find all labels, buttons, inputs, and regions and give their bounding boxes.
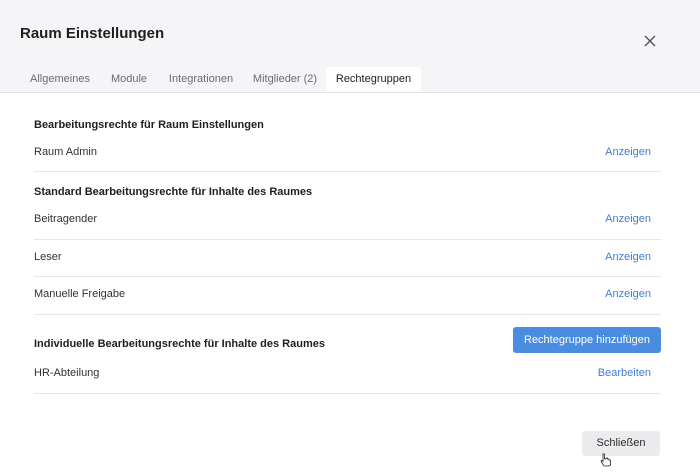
tab-module[interactable]: Module (106, 67, 152, 92)
divider (34, 393, 661, 394)
tab-mitglieder[interactable]: Mitglieder (2) (250, 67, 320, 92)
section-title-room-rights: Bearbeitungsrechte für Raum Einstellunge… (34, 119, 264, 131)
show-link-manuelle-freigabe[interactable]: Anzeigen (605, 288, 651, 300)
close-icon[interactable] (640, 31, 660, 51)
section-title-standard-rights: Standard Bearbeitungsrechte für Inhalte … (34, 186, 313, 198)
dialog-title: Raum Einstellungen (20, 25, 165, 42)
show-link-beitragender[interactable]: Anzeigen (605, 213, 651, 225)
add-rights-group-button[interactable]: Rechtegruppe hinzufügen (513, 327, 661, 353)
row-label-hr-abteilung: HR-Abteilung (34, 367, 100, 379)
edit-link-hr-abteilung[interactable]: Bearbeiten (598, 367, 651, 379)
close-button[interactable]: Schließen (582, 431, 660, 456)
dialog-header: Raum Einstellungen Allgemeines Module In… (0, 0, 700, 93)
divider (34, 276, 661, 277)
row-label-beitragender: Beitragender (34, 213, 97, 225)
divider (34, 239, 661, 240)
tab-allgemeines[interactable]: Allgemeines (20, 67, 100, 92)
section-title-individual-rights: Individuelle Bearbeitungsrechte für Inha… (34, 338, 325, 350)
tab-integrationen[interactable]: Integrationen (162, 67, 240, 92)
show-link-leser[interactable]: Anzeigen (605, 251, 651, 263)
show-link-raum-admin[interactable]: Anzeigen (605, 146, 651, 158)
divider (34, 314, 661, 315)
divider (34, 171, 661, 172)
row-label-manuelle-freigabe: Manuelle Freigabe (34, 288, 126, 300)
tab-rechtegruppen[interactable]: Rechtegruppen (326, 67, 421, 92)
row-label-raum-admin: Raum Admin (34, 146, 97, 158)
row-label-leser: Leser (34, 251, 62, 263)
